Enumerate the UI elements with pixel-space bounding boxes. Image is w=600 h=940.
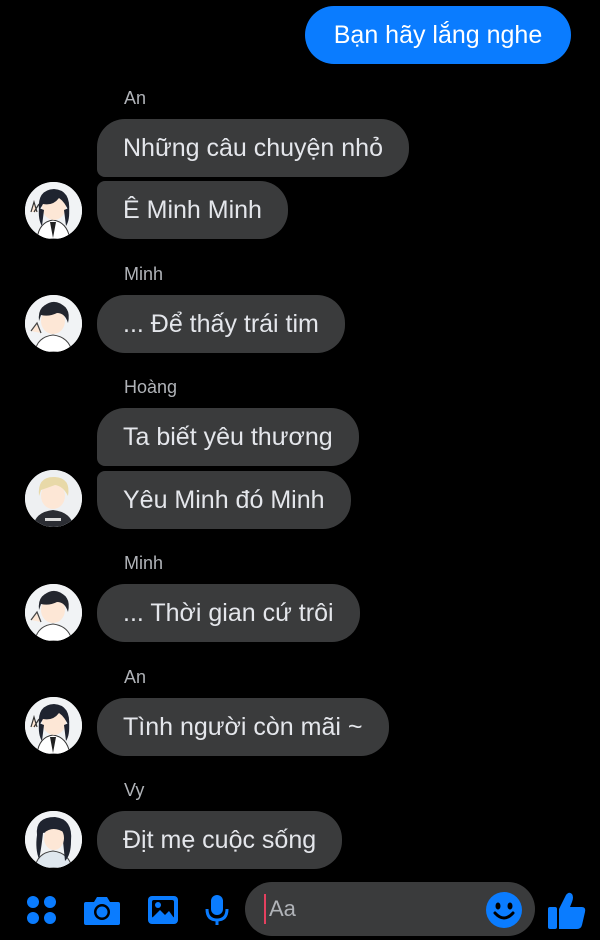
avatar-minh[interactable] bbox=[25, 295, 82, 352]
received-message-bubble[interactable]: Tình người còn mãi ~ bbox=[97, 698, 389, 756]
sender-name: An bbox=[124, 88, 147, 108]
image-icon[interactable] bbox=[146, 893, 180, 927]
received-message-bubble[interactable]: ... Để thấy trái tim bbox=[97, 295, 345, 353]
avatar-minh[interactable] bbox=[25, 584, 82, 641]
received-message-bubble[interactable]: Ta biết yêu thương bbox=[97, 408, 359, 466]
message-text: Ta biết yêu thương bbox=[123, 423, 333, 451]
composer-bar: Aa bbox=[0, 878, 600, 940]
camera-icon[interactable] bbox=[82, 893, 122, 927]
avatar-an[interactable] bbox=[25, 182, 82, 239]
received-message-bubble[interactable]: ... Thời gian cứ trôi bbox=[97, 584, 360, 642]
received-message-bubble[interactable]: Yêu Minh đó Minh bbox=[97, 471, 351, 529]
message-text: ... Để thấy trái tim bbox=[123, 310, 319, 338]
microphone-icon[interactable] bbox=[204, 893, 230, 927]
input-placeholder: Aa bbox=[269, 896, 296, 921]
message-text: Ê Minh Minh bbox=[123, 196, 262, 224]
like-icon[interactable] bbox=[546, 889, 588, 931]
avatar-an[interactable] bbox=[25, 697, 82, 754]
message-text: Tình người còn mãi ~ bbox=[123, 713, 363, 741]
sent-message-bubble[interactable]: Bạn hãy lắng nghe bbox=[305, 6, 571, 64]
message-text: Địt mẹ cuộc sống bbox=[123, 826, 317, 854]
emoji-icon[interactable] bbox=[485, 891, 523, 929]
sender-name: Minh bbox=[124, 264, 164, 284]
avatar-vy[interactable] bbox=[25, 811, 82, 868]
message-text: ... Thời gian cứ trôi bbox=[123, 599, 334, 627]
menu-dots-icon[interactable] bbox=[25, 893, 59, 927]
received-message-bubble[interactable]: Địt mẹ cuộc sống bbox=[97, 811, 343, 869]
sender-name: Vy bbox=[124, 780, 145, 800]
sender-name: An bbox=[124, 667, 147, 687]
message-text: Những câu chuyện nhỏ bbox=[123, 134, 383, 162]
message-text: Yêu Minh đó Minh bbox=[123, 486, 325, 514]
message-text: Bạn hãy lắng nghe bbox=[333, 21, 543, 49]
text-cursor bbox=[264, 894, 266, 924]
message-input[interactable]: Aa bbox=[245, 882, 535, 936]
received-message-bubble[interactable]: Những câu chuyện nhỏ bbox=[97, 119, 409, 177]
sender-name: Hoàng bbox=[124, 377, 178, 397]
sender-name: Minh bbox=[124, 553, 164, 573]
avatar-hoang[interactable] bbox=[25, 470, 82, 527]
received-message-bubble[interactable]: Ê Minh Minh bbox=[97, 181, 288, 239]
